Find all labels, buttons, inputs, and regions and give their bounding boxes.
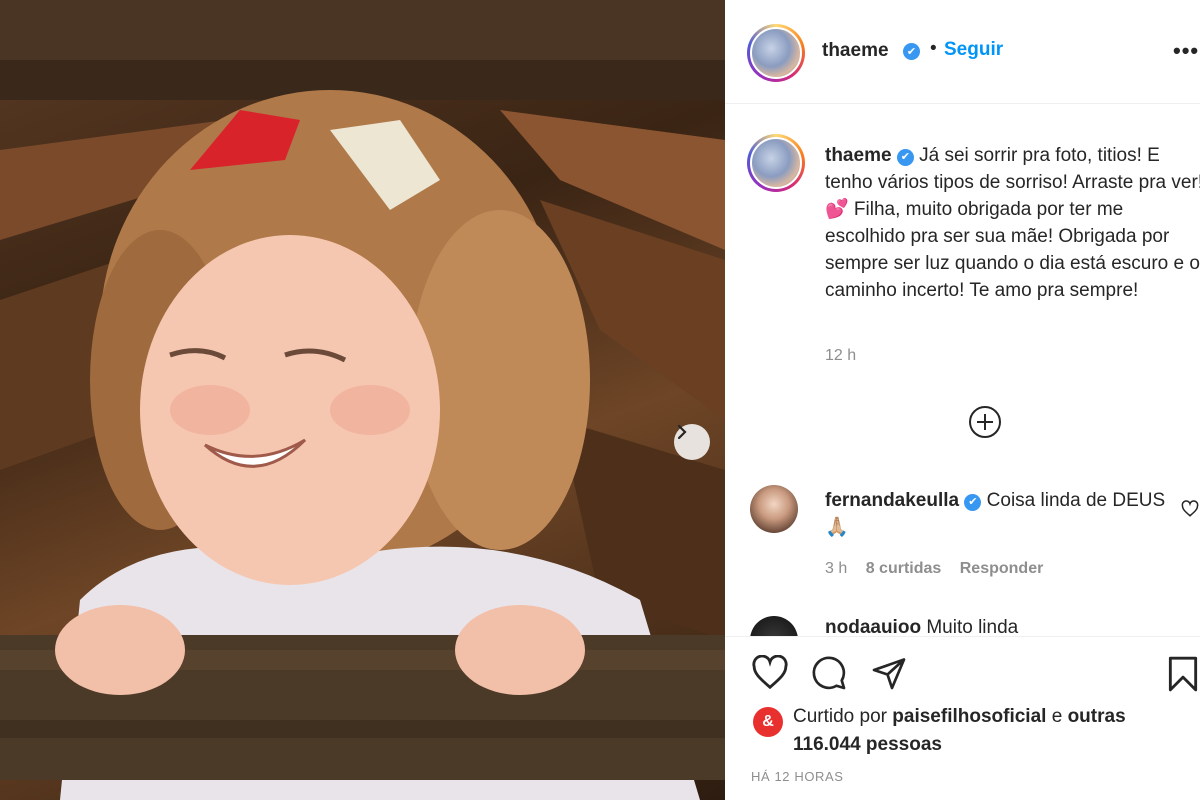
likes-text[interactable]: Curtido por paisefilhosoficial e outras … (793, 703, 1173, 759)
caption-username[interactable]: thaeme (825, 145, 892, 166)
follow-button[interactable]: Seguir (944, 39, 1003, 61)
plus-circle-icon[interactable] (968, 405, 1002, 439)
comment-username[interactable]: fernandakeulla (825, 490, 959, 511)
more-icon[interactable]: ••• (1173, 38, 1199, 64)
verified-icon: ✔ (964, 494, 982, 511)
share-icon[interactable] (871, 655, 907, 691)
verified-icon: ✔ (903, 43, 920, 60)
heart-icon[interactable] (1181, 500, 1199, 518)
commenter-avatar[interactable] (750, 616, 798, 636)
comment-icon[interactable] (811, 655, 847, 691)
comment-timestamp[interactable]: 3 h (825, 560, 847, 577)
liked-by-avatar[interactable]: & (753, 707, 783, 737)
bookmark-icon[interactable] (1166, 655, 1200, 693)
author-username[interactable]: thaeme (822, 40, 889, 62)
author-avatar[interactable] (747, 24, 805, 82)
post-details-panel: thaeme ✔ • Seguir ••• thaeme ✔ Já sei so… (725, 0, 1200, 800)
post-photo (0, 0, 725, 800)
likes-prefix: Curtido por (793, 706, 887, 727)
comment-text: nodaauioo Muito linda (825, 617, 1018, 636)
post-header: thaeme ✔ • Seguir ••• (725, 0, 1200, 104)
comment-likes-count[interactable]: 8 curtidas (866, 560, 942, 577)
header-separator: • (930, 38, 937, 59)
next-photo-button[interactable] (674, 424, 710, 460)
verified-icon: ✔ (896, 149, 914, 166)
chevron-right-icon (677, 424, 687, 440)
reply-button[interactable]: Responder (960, 560, 1044, 577)
likes-username[interactable]: paisefilhosoficial (892, 706, 1046, 727)
caption-timestamp[interactable]: 12 h (825, 347, 856, 365)
post-date[interactable]: HÁ 12 HORAS (751, 769, 844, 784)
likes-connector: e (1051, 706, 1063, 727)
comment-meta: 3 h 8 curtidas Responder (825, 560, 1057, 578)
photo-illustration (0, 0, 725, 800)
comment-text: fernandakeulla ✔ Coisa linda de DEUS 🙏🏼 (825, 487, 1185, 541)
caption-text: thaeme ✔ Já sei sorrir pra foto, titios!… (825, 142, 1200, 304)
caption-avatar[interactable] (747, 134, 805, 192)
comment-body: Muito linda (926, 617, 1019, 636)
caption-body: Já sei sorrir pra foto, titios! E tenho … (825, 145, 1200, 301)
commenter-avatar[interactable] (750, 485, 798, 533)
comment-username[interactable]: nodaauioo (825, 617, 921, 636)
comment-item: nodaauioo Muito linda (725, 612, 1200, 636)
heart-icon[interactable] (751, 655, 789, 691)
post-actions: & Curtido por paisefilhosoficial e outra… (725, 636, 1200, 800)
